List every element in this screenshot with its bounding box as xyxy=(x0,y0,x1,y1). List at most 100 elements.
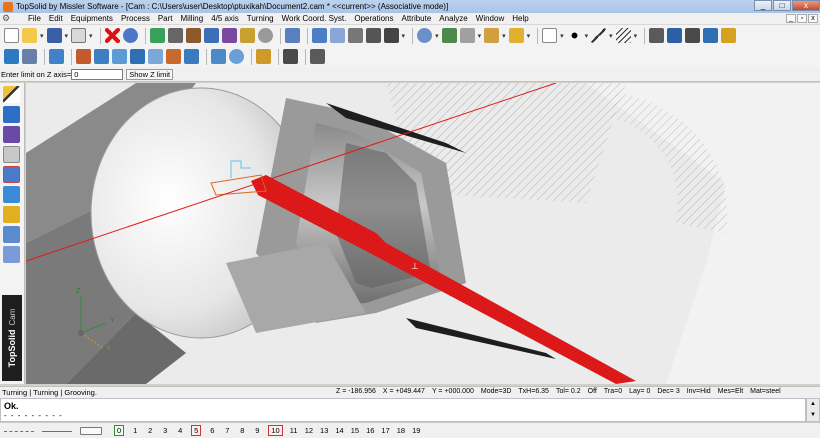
layer-18[interactable]: 18 xyxy=(397,426,405,435)
chuck-icon[interactable] xyxy=(22,49,37,64)
milling-module-icon[interactable] xyxy=(3,186,20,203)
cross-select-icon[interactable] xyxy=(329,28,345,43)
status-mes[interactable]: Mes=Elt xyxy=(718,388,743,395)
layer-13[interactable]: 13 xyxy=(320,426,328,435)
status-mode[interactable]: Mode=3D xyxy=(481,388,512,395)
hide-dropdown-icon[interactable]: ▾ xyxy=(527,32,531,40)
menu-analyze[interactable]: Analyze xyxy=(439,14,467,23)
zoom-icon[interactable] xyxy=(417,28,433,43)
color-dropdown-icon[interactable]: ▾ xyxy=(560,32,564,40)
view-dropdown-icon[interactable]: ▾ xyxy=(502,32,506,40)
point-dropdown-icon[interactable]: ▾ xyxy=(585,32,589,40)
open-folder-icon[interactable] xyxy=(22,28,37,43)
save-icon[interactable] xyxy=(46,28,62,43)
layer-14[interactable]: 14 xyxy=(335,426,343,435)
assembly-icon[interactable] xyxy=(3,146,20,163)
layer-1[interactable]: 1 xyxy=(131,426,139,435)
layer-9[interactable]: 9 xyxy=(253,426,261,435)
parallel-lines-icon[interactable] xyxy=(347,28,363,43)
menu-work-coord-syst[interactable]: Work Coord. Syst. xyxy=(282,14,347,23)
z-limit-input[interactable] xyxy=(71,68,124,80)
arrow-select-icon[interactable] xyxy=(311,28,327,43)
menu-milling[interactable]: Milling xyxy=(181,14,204,23)
menu-operations[interactable]: Operations xyxy=(354,14,393,23)
menu-4-5-axis[interactable]: 4/5 axis xyxy=(211,14,239,23)
cam-module-icon[interactable] xyxy=(3,166,20,183)
menu-window[interactable]: Window xyxy=(476,14,504,23)
shape-cube-icon[interactable] xyxy=(3,106,20,123)
document-menu-icon[interactable]: ⚙ xyxy=(2,14,14,23)
print-icon[interactable] xyxy=(71,28,87,43)
finishing-icon[interactable] xyxy=(112,49,127,64)
simulation-icon[interactable] xyxy=(211,49,226,64)
shade-icon[interactable] xyxy=(459,28,475,43)
hatch-style-icon[interactable] xyxy=(615,28,631,43)
stock-icon[interactable] xyxy=(49,49,64,64)
sketch-pencil-icon[interactable] xyxy=(3,86,20,103)
document-restore-button[interactable]: ▫ xyxy=(797,14,807,23)
document-close-button[interactable]: x xyxy=(808,14,818,23)
tooling-module-icon[interactable] xyxy=(3,226,20,243)
new-document-icon[interactable] xyxy=(4,28,19,43)
hide-icon[interactable] xyxy=(508,28,524,43)
layer-5[interactable]: 5 xyxy=(191,425,202,436)
threading-icon[interactable] xyxy=(148,49,163,64)
undo-icon[interactable] xyxy=(122,28,138,43)
verify-icon[interactable] xyxy=(229,49,244,64)
wand-icon[interactable] xyxy=(185,28,201,43)
hatch-dropdown-icon[interactable]: ▾ xyxy=(634,32,638,40)
menu-file[interactable]: File xyxy=(28,14,41,23)
status-lay[interactable]: Lay= 0 xyxy=(629,388,650,395)
shade-dropdown-icon[interactable]: ▾ xyxy=(478,32,482,40)
text-dropdown-icon[interactable]: ▾ xyxy=(402,32,406,40)
menu-attribute[interactable]: Attribute xyxy=(402,14,432,23)
layer-19[interactable]: 19 xyxy=(412,426,420,435)
machine-icon[interactable] xyxy=(4,49,19,64)
hammer-icon[interactable] xyxy=(239,28,255,43)
zoom-dropdown-icon[interactable]: ▾ xyxy=(435,32,439,40)
layer-7[interactable]: 7 xyxy=(223,426,231,435)
sweep-icon[interactable] xyxy=(203,28,219,43)
maximize-button[interactable]: □ xyxy=(773,0,791,11)
status-mat[interactable]: Mat=steel xyxy=(750,388,781,395)
layers-icon[interactable] xyxy=(667,28,683,43)
minimize-button[interactable]: _ xyxy=(754,0,772,11)
menu-edit[interactable]: Edit xyxy=(49,14,63,23)
3d-viewport[interactable]: ⊥ Z Y X xyxy=(26,83,820,384)
layer-8[interactable]: 8 xyxy=(238,426,246,435)
view-icon[interactable] xyxy=(484,28,500,43)
disc-icon[interactable] xyxy=(257,28,273,43)
color-swatch-icon[interactable] xyxy=(542,28,558,43)
status-dec[interactable]: Dec= 3 xyxy=(657,388,679,395)
status-tra[interactable]: Tra=0 xyxy=(604,388,622,395)
menu-help[interactable]: Help xyxy=(512,14,528,23)
menu-process[interactable]: Process xyxy=(121,14,150,23)
report-icon[interactable] xyxy=(283,49,298,64)
hook-icon[interactable] xyxy=(365,28,381,43)
document-list-icon[interactable] xyxy=(310,49,325,64)
menu-part[interactable]: Part xyxy=(158,14,173,23)
layer-0[interactable]: 0 xyxy=(114,425,125,436)
delete-icon[interactable] xyxy=(104,28,120,43)
point-style-icon[interactable] xyxy=(566,28,582,43)
line-style-icon[interactable] xyxy=(591,28,607,43)
post-process-icon[interactable] xyxy=(256,49,271,64)
recycle-icon[interactable] xyxy=(149,28,165,43)
line-width-slider[interactable] xyxy=(80,426,102,435)
layer-17[interactable]: 17 xyxy=(381,426,389,435)
fixture-module-icon[interactable] xyxy=(3,246,20,263)
layer-15[interactable]: 15 xyxy=(351,426,359,435)
save-dropdown-icon[interactable]: ▾ xyxy=(65,32,69,40)
show-z-limit-button[interactable]: Show Z limit xyxy=(126,68,174,80)
print-dropdown-icon[interactable]: ▾ xyxy=(89,32,93,40)
text-tool-icon[interactable] xyxy=(383,28,399,43)
drilling-icon[interactable] xyxy=(166,49,181,64)
roughing-icon[interactable] xyxy=(94,49,109,64)
close-button[interactable]: x xyxy=(792,0,820,11)
probe-icon[interactable] xyxy=(221,28,237,43)
parting-icon[interactable] xyxy=(184,49,199,64)
grooving-icon[interactable] xyxy=(130,49,145,64)
solid-line-style-icon[interactable] xyxy=(42,428,72,434)
status-txh[interactable]: TxH=6.35 xyxy=(518,388,549,395)
status-inv[interactable]: Inv=Hid xyxy=(687,388,711,395)
